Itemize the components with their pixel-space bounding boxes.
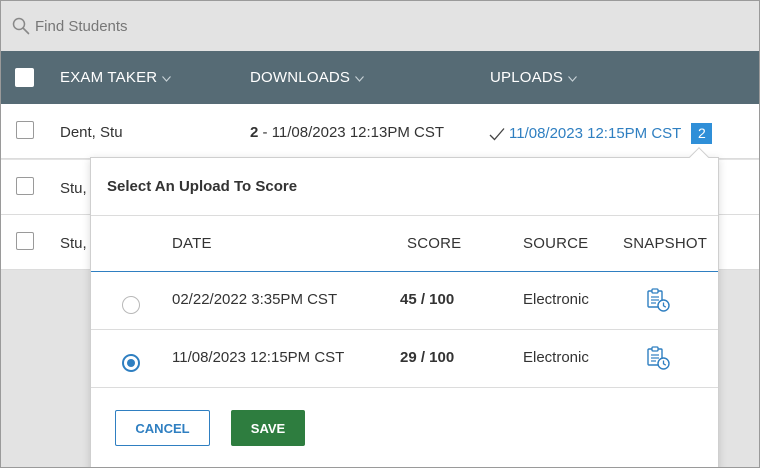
search-input[interactable] <box>35 13 535 39</box>
table-header: EXAM TAKER DOWNLOADS UPLOADS <box>1 51 759 104</box>
download-info: 2 - 11/08/2023 12:13PM CST <box>250 124 444 141</box>
sort-caret-icon <box>568 75 578 82</box>
snapshot-history-icon[interactable] <box>645 345 671 376</box>
save-button[interactable]: SAVE <box>231 410 305 446</box>
checkmark-icon <box>489 127 505 140</box>
sort-caret-icon <box>355 75 365 82</box>
upload-count-badge[interactable]: 2 <box>691 123 713 144</box>
column-label: EXAM TAKER <box>60 69 158 86</box>
column-label: UPLOADS <box>490 69 564 86</box>
row-checkbox[interactable] <box>16 232 34 250</box>
cancel-button[interactable]: CANCEL <box>115 410 210 446</box>
popover-title: Select An Upload To Score <box>107 178 298 195</box>
select-all-checkbox[interactable] <box>15 68 34 87</box>
upload-date: 02/22/2022 3:35PM CST <box>172 291 338 308</box>
row-checkbox[interactable] <box>16 121 34 139</box>
upload-date-link[interactable]: 11/08/2023 12:15PM CST <box>509 125 681 142</box>
upload-source: Electronic <box>523 349 589 366</box>
upload-radio-selected[interactable] <box>122 354 140 372</box>
upload-info: 11/08/2023 12:15PM CST 2 <box>489 123 713 144</box>
column-label: DOWNLOADS <box>250 69 351 86</box>
row-checkbox[interactable] <box>16 177 34 195</box>
column-header-date: DATE <box>172 235 212 252</box>
select-upload-popover: Select An Upload To Score DATE SCORE SOU… <box>90 147 719 468</box>
snapshot-history-icon[interactable] <box>645 287 671 318</box>
column-header-exam-taker[interactable]: EXAM TAKER <box>60 69 172 86</box>
column-header-source: SOURCE <box>523 235 589 252</box>
upload-date: 11/08/2023 12:15PM CST <box>172 349 345 366</box>
upload-row[interactable]: 02/22/2022 3:35PM CST 45 / 100 Electroni… <box>91 272 718 330</box>
column-header-score: SCORE <box>407 235 462 252</box>
download-date: 11/08/2023 12:13PM CST <box>271 124 445 141</box>
column-header-snapshot: SNAPSHOT <box>623 235 708 252</box>
upload-score: 45 / 100 <box>400 291 455 308</box>
upload-source: Electronic <box>523 291 589 308</box>
exam-taker-name: Stu, <box>60 235 87 252</box>
upload-radio[interactable] <box>122 296 140 314</box>
exam-taker-name: Dent, Stu <box>60 124 123 141</box>
download-separator: - <box>258 124 272 141</box>
column-header-uploads[interactable]: UPLOADS <box>490 69 578 86</box>
sort-caret-icon <box>162 75 172 82</box>
upload-score: 29 / 100 <box>400 349 455 366</box>
upload-row[interactable]: 11/08/2023 12:15PM CST 29 / 100 Electron… <box>91 330 718 388</box>
table-row: Dent, Stu 2 - 11/08/2023 12:13PM CST 11/… <box>1 104 759 159</box>
search-bar <box>1 1 759 51</box>
exam-taker-name: Stu, <box>60 180 87 197</box>
search-icon <box>12 17 30 40</box>
divider <box>91 215 718 216</box>
column-header-downloads[interactable]: DOWNLOADS <box>250 69 365 86</box>
